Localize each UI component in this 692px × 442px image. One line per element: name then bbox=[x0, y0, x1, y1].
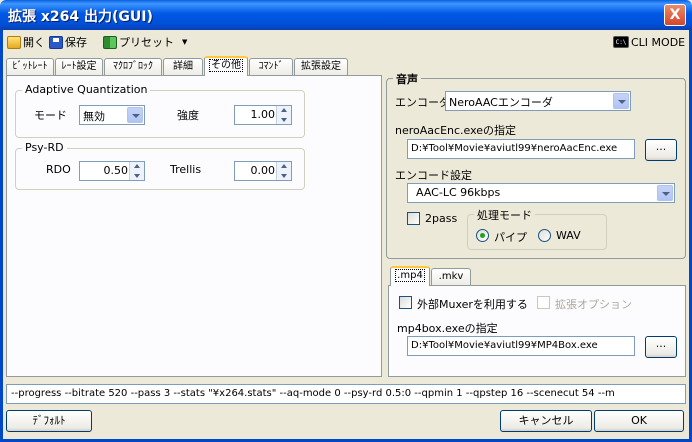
rdo-value: 0.50 bbox=[103, 164, 129, 177]
twopass-label: 2pass bbox=[425, 212, 458, 225]
floppy-disk-icon bbox=[49, 35, 63, 49]
mp4box-browse-button[interactable]: ... bbox=[645, 336, 677, 358]
ok-button[interactable]: OK bbox=[594, 410, 684, 432]
nero-exe-label: neroAacEnc.exeの指定 bbox=[395, 124, 517, 137]
mp4box-path-input[interactable]: D:¥Tool¥Movie¥aviutl99¥MP4Box.exe bbox=[407, 336, 635, 356]
cli-mode-button[interactable]: C:\ CLI MODE bbox=[613, 33, 685, 51]
encode-settings-label: エンコード設定 bbox=[395, 169, 472, 182]
audio-encoder-select[interactable]: NeroAACエンコーダ bbox=[445, 91, 631, 111]
aq-strength-spinner[interactable]: 1.00 bbox=[234, 105, 292, 125]
command-line-preview[interactable]: --progress --bitrate 520 --pass 3 --stat… bbox=[6, 384, 686, 404]
preset-label: プリセット bbox=[119, 36, 174, 49]
aq-mode-select[interactable]: 無効 bbox=[79, 105, 145, 125]
mode-pipe-label: パイプ bbox=[494, 231, 527, 244]
audio-encoder-label: エンコーダ bbox=[395, 96, 450, 109]
nero-exe-path-input[interactable]: D:¥Tool¥Movie¥aviutl99¥neroAacEnc.exe bbox=[407, 139, 635, 159]
chevron-down-icon bbox=[613, 93, 629, 109]
save-button[interactable]: 保存 bbox=[49, 33, 87, 51]
rdo-label: RDO bbox=[46, 163, 71, 176]
close-button[interactable]: X bbox=[664, 4, 686, 26]
window-title: 拡張 x264 出力(GUI) bbox=[8, 9, 153, 25]
aq-mode-value: 無効 bbox=[83, 110, 105, 123]
aq-mode-label: モード bbox=[34, 109, 67, 122]
trellis-value: 0.00 bbox=[250, 164, 276, 177]
preset-book-icon bbox=[103, 35, 117, 49]
open-button[interactable]: 開く bbox=[7, 33, 45, 51]
save-label: 保存 bbox=[65, 36, 87, 49]
nero-browse-button[interactable]: ... bbox=[645, 139, 677, 161]
title-bar[interactable]: 拡張 x264 出力(GUI) X bbox=[0, 0, 692, 30]
default-button[interactable]: ﾃﾞﾌｫﾙﾄ bbox=[6, 410, 92, 432]
tab-macroblock[interactable]: ﾏｸﾛﾌﾞﾛｯｸ bbox=[104, 58, 162, 76]
other-tab-panel: Adaptive Quantization モード 無効 強度 1.00 Psy… bbox=[6, 75, 382, 377]
trellis-label: Trellis bbox=[170, 163, 202, 176]
external-muxer-checkbox[interactable] bbox=[399, 296, 412, 309]
ext-option-checkbox[interactable] bbox=[537, 296, 550, 309]
aq-strength-value: 1.00 bbox=[250, 108, 276, 121]
preset-button[interactable]: プリセット ▼ bbox=[103, 33, 187, 51]
ext-option-label: 拡張オプション bbox=[555, 298, 632, 311]
mode-wav-label: WAV bbox=[556, 229, 581, 242]
cancel-button[interactable]: キャンセル bbox=[500, 410, 592, 432]
tab-other[interactable]: その他 bbox=[204, 56, 248, 76]
external-muxer-label: 外部Muxerを利用する bbox=[417, 298, 528, 311]
chevron-down-icon bbox=[127, 107, 143, 123]
audio-encoder-value: NeroAACエンコーダ bbox=[449, 96, 553, 109]
mp4box-exe-label: mp4box.exeの指定 bbox=[397, 322, 498, 335]
spinner-arrows-icon[interactable] bbox=[276, 106, 291, 124]
processing-mode-title: 処理モード bbox=[474, 207, 535, 223]
tab-mp4[interactable]: .mp4 bbox=[390, 266, 430, 286]
chevron-down-icon: ▼ bbox=[182, 38, 188, 46]
window-frame-left bbox=[0, 30, 3, 442]
trellis-spinner[interactable]: 0.00 bbox=[234, 161, 292, 181]
tab-extended-settings[interactable]: 拡張設定 bbox=[294, 58, 348, 76]
folder-open-icon bbox=[7, 35, 21, 49]
tab-bitrate[interactable]: ﾋﾞｯﾄﾚｰﾄ bbox=[6, 58, 54, 76]
encode-settings-select[interactable]: AAC-LC 96kbps bbox=[407, 183, 675, 203]
psy-rd-group-title: Psy-RD bbox=[22, 141, 67, 154]
spinner-arrows-icon[interactable] bbox=[276, 162, 291, 180]
muxer-tab-panel: 外部Muxerを利用する 拡張オプション mp4box.exeの指定 D:¥To… bbox=[388, 285, 686, 377]
chevron-down-icon bbox=[657, 185, 673, 201]
aq-strength-label: 強度 bbox=[177, 109, 199, 122]
close-icon: X bbox=[669, 7, 681, 23]
cli-mode-label: CLI MODE bbox=[631, 35, 686, 49]
audio-group: 音声 エンコーダ NeroAACエンコーダ neroAacEnc.exeの指定 … bbox=[386, 71, 686, 259]
tab-rate-settings[interactable]: ﾚｰﾄ設定 bbox=[55, 58, 103, 76]
mode-pipe-radio[interactable] bbox=[476, 229, 489, 242]
tab-mkv[interactable]: .mkv bbox=[431, 268, 471, 286]
tab-command[interactable]: ｺﾏﾝﾄﾞ bbox=[249, 58, 293, 76]
console-icon: C:\ bbox=[613, 36, 629, 48]
encode-settings-value: AAC-LC 96kbps bbox=[416, 186, 501, 199]
psy-rd-group: Psy-RD RDO 0.50 Trellis 0.00 bbox=[15, 141, 305, 190]
rdo-spinner[interactable]: 0.50 bbox=[79, 161, 145, 181]
twopass-checkbox[interactable] bbox=[407, 212, 420, 225]
audio-group-title: 音声 bbox=[393, 71, 421, 87]
tab-details[interactable]: 詳細 bbox=[163, 58, 203, 76]
processing-mode-group: 処理モード パイプ WAV bbox=[467, 207, 607, 250]
spinner-arrows-icon[interactable] bbox=[129, 162, 144, 180]
open-label: 開く bbox=[23, 36, 45, 49]
toolbar: 開く 保存 プリセット ▼ C:\ CLI MODE bbox=[3, 30, 689, 54]
mode-wav-radio[interactable] bbox=[538, 229, 551, 242]
adaptive-quantization-group: Adaptive Quantization モード 無効 強度 1.00 bbox=[15, 83, 305, 138]
aq-group-title: Adaptive Quantization bbox=[22, 83, 151, 96]
